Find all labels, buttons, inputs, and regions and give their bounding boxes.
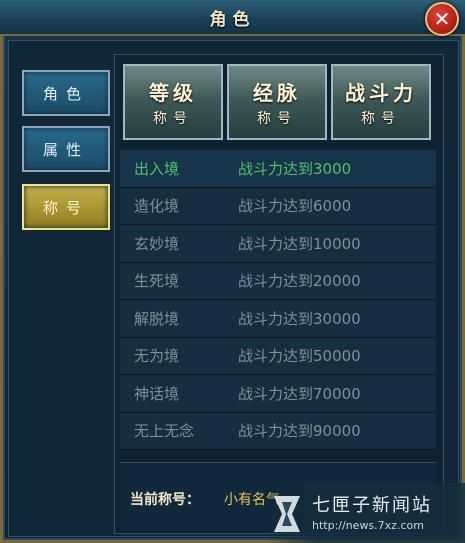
watermark-site-name: 七匣子新闻站 (312, 495, 432, 516)
title-row[interactable]: 解脱境 战斗力达到30000 (120, 300, 436, 338)
current-title-label: 当前称号： (130, 492, 200, 508)
tab-attributes[interactable]: 属性 (22, 126, 110, 172)
title-name: 神话境 (134, 384, 180, 403)
category-level-button[interactable]: 等级 称号 (123, 64, 223, 140)
title-requirement: 战斗力达到20000 (238, 272, 361, 291)
tab-character[interactable]: 角色 (22, 70, 110, 116)
title-name: 生死境 (134, 272, 180, 291)
category-level-big: 等级 (149, 80, 197, 105)
title-name: 无上无念 (134, 422, 195, 441)
title-requirement: 战斗力达到50000 (238, 347, 361, 366)
title-requirement: 战斗力达到10000 (238, 234, 361, 253)
title-name: 出入境 (134, 159, 180, 178)
title-requirement: 战斗力达到90000 (238, 422, 361, 441)
title-row[interactable]: 无上无念 战斗力达到90000 (120, 412, 436, 450)
tab-titles-label: 称号 (42, 198, 89, 217)
title-name: 无为境 (134, 347, 180, 366)
title-row[interactable]: 出入境 战斗力达到3000 (120, 150, 436, 188)
tab-character-label: 角色 (42, 84, 89, 103)
category-meridian-big: 经脉 (253, 80, 301, 105)
tab-titles[interactable]: 称号 (22, 184, 110, 230)
close-icon: ✕ (433, 7, 451, 31)
watermark-logo-icon (274, 496, 300, 532)
category-power-small: 称号 (361, 110, 401, 127)
title-row[interactable]: 生死境 战斗力达到20000 (120, 262, 436, 300)
category-power-button[interactable]: 战斗力 称号 (331, 64, 431, 140)
title-list: 出入境 战斗力达到3000 造化境 战斗力达到6000 玄妙境 战斗力达到100… (120, 150, 436, 450)
tab-attributes-label: 属性 (42, 140, 89, 159)
title-requirement: 战斗力达到6000 (238, 197, 352, 216)
close-button[interactable]: ✕ (425, 2, 459, 36)
category-meridian-small: 称号 (257, 110, 297, 127)
title-name: 玄妙境 (134, 234, 180, 253)
title-row[interactable]: 无为境 战斗力达到50000 (120, 337, 436, 375)
title-name: 造化境 (134, 197, 180, 216)
title-row[interactable]: 造化境 战斗力达到6000 (120, 187, 436, 225)
title-requirement: 战斗力达到3000 (238, 159, 352, 178)
title-requirement: 战斗力达到30000 (238, 309, 361, 328)
title-row[interactable]: 神话境 战斗力达到70000 (120, 375, 436, 413)
title-row[interactable]: 玄妙境 战斗力达到10000 (120, 225, 436, 263)
category-meridian-button[interactable]: 经脉 称号 (227, 64, 327, 140)
watermark-site-url: http://news.7xz.com (312, 519, 424, 532)
title-bar: 角色 ✕ (0, 0, 465, 36)
category-level-small: 称号 (153, 110, 193, 127)
window-title: 角色 (209, 10, 256, 30)
title-name: 解脱境 (134, 309, 180, 328)
title-requirement: 战斗力达到70000 (238, 384, 361, 403)
category-power-big: 战斗力 (345, 80, 417, 105)
